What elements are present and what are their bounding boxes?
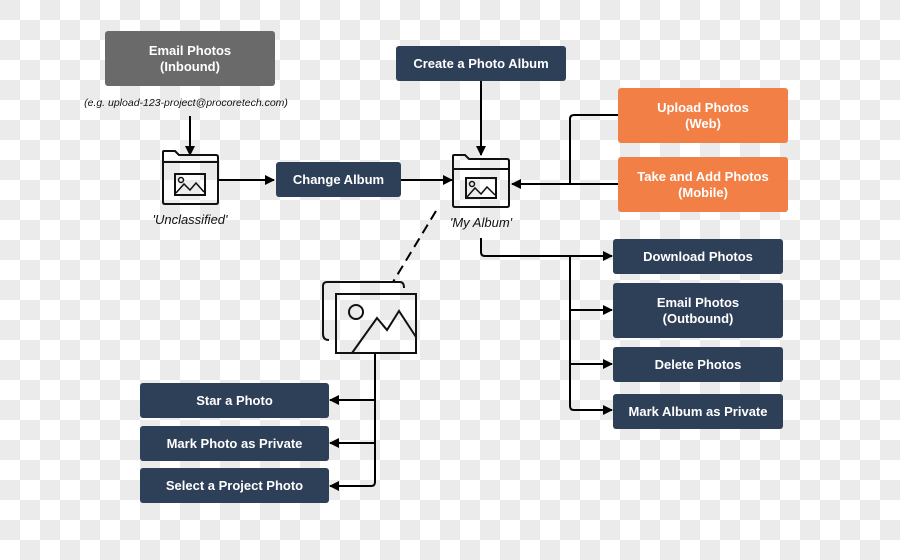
edge-my-album-to-actions-trunk bbox=[480, 238, 570, 257]
mark-album-private-node[interactable]: Mark Album as Private bbox=[613, 394, 783, 429]
mark-album-private-label: Mark Album as Private bbox=[628, 403, 768, 419]
email-inbound-line2: (Inbound) bbox=[160, 58, 220, 74]
delete-photos-node[interactable]: Delete Photos bbox=[613, 347, 783, 382]
mobile-line2: (Mobile) bbox=[678, 184, 728, 200]
download-photos-label: Download Photos bbox=[643, 248, 753, 264]
email-outbound-line2: (Outbound) bbox=[662, 310, 734, 326]
select-project-photo-node[interactable]: Select a Project Photo bbox=[140, 468, 329, 503]
change-album-label: Change Album bbox=[292, 171, 385, 187]
unclassified-folder-icon[interactable] bbox=[162, 150, 219, 205]
download-photos-node[interactable]: Download Photos bbox=[613, 239, 783, 274]
edge-my-album-to-photo-dashed bbox=[392, 210, 437, 283]
change-album-node[interactable]: Change Album bbox=[276, 162, 401, 197]
my-album-label: 'My Album' bbox=[449, 215, 513, 230]
single-photo-icon[interactable] bbox=[322, 281, 417, 354]
mobile-line1: Take and Add Photos bbox=[637, 168, 769, 184]
email-inbound-line1: Email Photos bbox=[148, 42, 232, 58]
take-add-photos-mobile-node[interactable]: Take and Add Photos (Mobile) bbox=[618, 157, 788, 212]
edge-actions-vertical bbox=[569, 256, 613, 415]
select-project-photo-label: Select a Project Photo bbox=[165, 477, 304, 493]
my-album-folder-icon[interactable] bbox=[452, 154, 510, 208]
mark-photo-private-label: Mark Photo as Private bbox=[166, 435, 303, 451]
edge-photo-to-actions-vertical bbox=[329, 354, 376, 491]
upload-web-line2: (Web) bbox=[685, 115, 721, 131]
edge-upload-web-to-my-album bbox=[569, 114, 618, 184]
email-photos-inbound-node[interactable]: Email Photos (Inbound) bbox=[105, 31, 275, 86]
email-example-caption: (e.g. upload-123-project@procoretech.com… bbox=[84, 97, 288, 109]
upload-web-line1: Upload Photos bbox=[657, 99, 749, 115]
unclassified-label: 'Unclassified' bbox=[152, 212, 228, 227]
upload-photos-web-node[interactable]: Upload Photos (Web) bbox=[618, 88, 788, 143]
email-photos-outbound-node[interactable]: Email Photos (Outbound) bbox=[613, 283, 783, 338]
mark-photo-private-node[interactable]: Mark Photo as Private bbox=[140, 426, 329, 461]
create-album-label: Create a Photo Album bbox=[413, 55, 549, 71]
star-photo-label: Star a Photo bbox=[196, 392, 273, 408]
star-photo-node[interactable]: Star a Photo bbox=[140, 383, 329, 418]
email-outbound-line1: Email Photos bbox=[656, 294, 740, 310]
delete-photos-label: Delete Photos bbox=[654, 356, 742, 372]
create-photo-album-node[interactable]: Create a Photo Album bbox=[396, 46, 566, 81]
